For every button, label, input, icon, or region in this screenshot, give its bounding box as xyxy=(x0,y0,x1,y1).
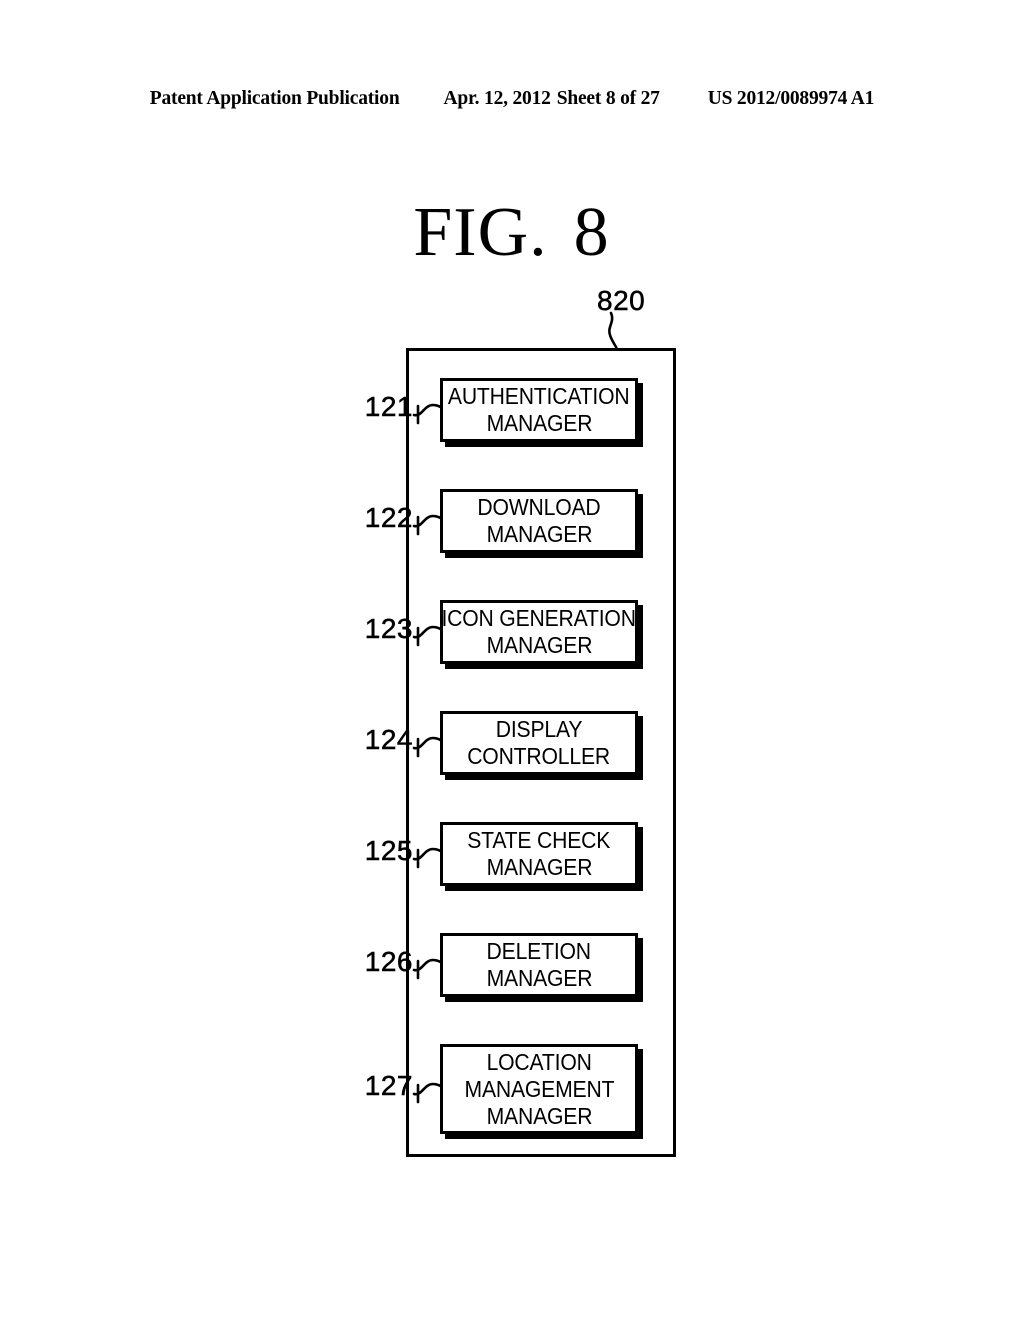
header-patent-number: US 2012/0089974 A1 xyxy=(707,88,875,109)
module-box-125: STATE CHECK MANAGER xyxy=(440,822,638,886)
figure-label: FIG. xyxy=(413,194,548,271)
header-publication-text: Patent Application Publication xyxy=(149,88,400,109)
module-label-line: MANAGER xyxy=(486,854,592,880)
leader-line-820 xyxy=(604,311,652,354)
module-label-line: DOWNLOAD xyxy=(477,494,601,520)
reference-numeral-127: 127 xyxy=(364,1070,413,1102)
module-box-126: DELETION MANAGER xyxy=(440,933,638,997)
reference-numeral-126: 126 xyxy=(364,946,413,978)
module-label-line: DISPLAY xyxy=(495,716,583,742)
module-box-124: DISPLAY CONTROLLER xyxy=(440,711,638,775)
reference-numeral-124: 124 xyxy=(364,724,413,756)
module-label-line: STATE CHECK xyxy=(467,827,611,853)
module-label-line: DELETION xyxy=(486,938,592,964)
module-label-line: MANAGER xyxy=(486,410,592,436)
figure-title: FIG. 8 xyxy=(0,198,1024,268)
module-label-line: MANAGER xyxy=(486,965,592,991)
module-label-line: ICON GENERATION xyxy=(441,605,637,631)
module-label-line: CONTROLLER xyxy=(467,743,611,769)
module-label-line: MANAGER xyxy=(486,521,592,547)
reference-numeral-123: 123 xyxy=(364,613,413,645)
reference-numeral-121: 121 xyxy=(364,391,413,423)
module-box-122: DOWNLOAD MANAGER xyxy=(440,489,638,553)
reference-numeral-125: 125 xyxy=(364,835,413,867)
module-label-line: MANAGEMENT xyxy=(464,1075,614,1102)
figure-number: 8 xyxy=(573,194,611,271)
module-box-121: AUTHENTICATION MANAGER xyxy=(440,378,638,442)
header-date-text: Apr. 12, 2012 xyxy=(443,88,551,109)
patent-figure-page: Patent Application Publication Apr. 12, … xyxy=(0,0,1024,1320)
module-label-line: MANAGER xyxy=(486,632,592,658)
header-sheet-text: Sheet 8 of 27 xyxy=(556,88,660,109)
module-label-line: AUTHENTICATION xyxy=(448,383,630,409)
publication-header: Patent Application Publication Apr. 12, … xyxy=(0,88,1024,114)
module-box-127: LOCATION MANAGEMENT MANAGER xyxy=(440,1044,638,1134)
module-label-line: MANAGER xyxy=(486,1102,592,1129)
module-box-123: ICON GENERATION MANAGER xyxy=(440,600,638,664)
reference-numeral-122: 122 xyxy=(364,502,413,534)
module-label-line: LOCATION xyxy=(486,1048,592,1075)
